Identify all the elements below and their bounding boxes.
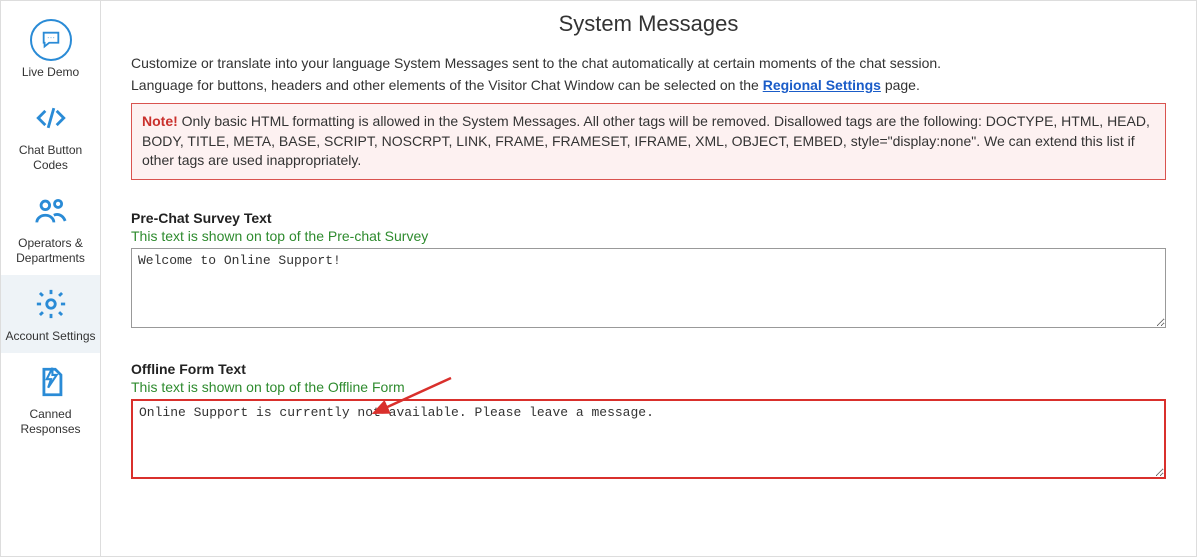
regional-settings-link[interactable]: Regional Settings bbox=[763, 77, 881, 93]
offline-hint: This text is shown on top of the Offline… bbox=[131, 379, 1166, 395]
offline-textarea[interactable] bbox=[131, 399, 1166, 479]
sidebar-item-label: Live Demo bbox=[22, 65, 79, 79]
sidebar-item-label: Chat Button Codes bbox=[5, 143, 96, 172]
chat-bubble-icon bbox=[30, 19, 72, 61]
sidebar-item-label: Operators & Departments bbox=[5, 236, 96, 265]
offline-header: Offline Form Text bbox=[131, 361, 1166, 377]
sidebar-item-chat-button-codes[interactable]: Chat Button Codes bbox=[1, 89, 100, 182]
sidebar-item-operators-departments[interactable]: Operators & Departments bbox=[1, 182, 100, 275]
sidebar-item-live-demo[interactable]: Live Demo bbox=[1, 11, 100, 89]
intro-line-1: Customize or translate into your languag… bbox=[131, 55, 1166, 71]
sidebar-item-label: Account Settings bbox=[5, 329, 95, 343]
users-icon bbox=[30, 190, 72, 232]
sidebar: Live Demo Chat Button Codes bbox=[1, 1, 101, 556]
code-icon bbox=[30, 97, 72, 139]
prechat-header: Pre-Chat Survey Text bbox=[131, 210, 1166, 226]
sidebar-item-canned-responses[interactable]: Canned Responses bbox=[1, 353, 100, 446]
prechat-hint: This text is shown on top of the Pre-cha… bbox=[131, 228, 1166, 244]
note-box: Note! Only basic HTML formatting is allo… bbox=[131, 103, 1166, 180]
lightning-document-icon bbox=[30, 361, 72, 403]
main-content: System Messages Customize or translate i… bbox=[101, 1, 1196, 556]
note-label: Note! bbox=[142, 113, 178, 129]
intro-line-2: Language for buttons, headers and other … bbox=[131, 77, 1166, 93]
gear-icon bbox=[30, 283, 72, 325]
note-text: Only basic HTML formatting is allowed in… bbox=[142, 113, 1150, 168]
sidebar-item-label: Canned Responses bbox=[5, 407, 96, 436]
sidebar-item-account-settings[interactable]: Account Settings bbox=[1, 275, 100, 353]
intro-2-suffix: page. bbox=[881, 77, 920, 93]
prechat-textarea[interactable] bbox=[131, 248, 1166, 328]
page-title: System Messages bbox=[131, 11, 1166, 37]
intro-2-prefix: Language for buttons, headers and other … bbox=[131, 77, 763, 93]
